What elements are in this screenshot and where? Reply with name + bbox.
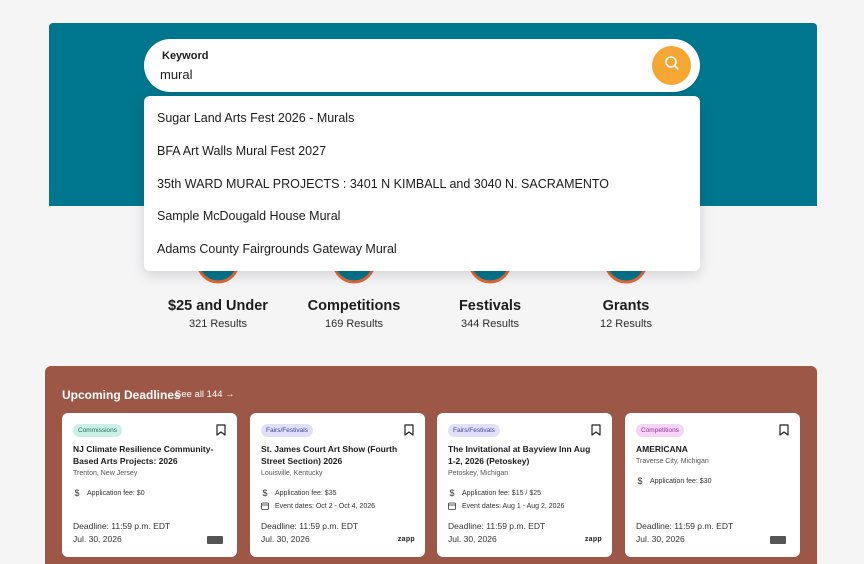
- deadline-time: Deadline: 11:59 p.m. EDT: [636, 521, 734, 531]
- fee-text: Application fee: $0: [87, 489, 145, 497]
- category-title: Festivals: [458, 298, 522, 314]
- deadline-date: Jul. 30, 2026: [448, 534, 497, 544]
- dollar-icon: $: [74, 488, 80, 498]
- application-fee: $ Application fee: $30: [636, 476, 712, 486]
- category-badge: Fairs/Festivals: [261, 424, 313, 437]
- event-dates-text: Event dates: Aug 1 - Aug 2, 2026: [462, 502, 565, 510]
- deadline-date: Jul. 30, 2026: [636, 534, 685, 544]
- application-fee: $ Application fee: $35: [261, 488, 337, 498]
- suggestion-dropdown: Sugar Land Arts Fest 2026 - Murals BFA A…: [144, 96, 700, 271]
- deadline-time: Deadline: 11:59 p.m. EDT: [261, 521, 359, 531]
- suggestion-item[interactable]: Sugar Land Arts Fest 2026 - Murals: [144, 102, 700, 135]
- suggestion-item[interactable]: BFA Art Walls Mural Fest 2027: [144, 135, 700, 168]
- category-title: $25 and Under: [168, 298, 268, 314]
- see-all-link[interactable]: See all 144 →: [175, 389, 235, 400]
- source-logo-icon: [207, 536, 223, 544]
- category-badge: Commissions: [73, 424, 123, 437]
- card-title[interactable]: AMERICANA: [636, 443, 784, 455]
- call-card[interactable]: Competitions AMERICANA Traverse City, Mi…: [625, 413, 800, 557]
- fee-text: Application fee: $30: [650, 477, 712, 485]
- search-button[interactable]: [652, 46, 691, 85]
- event-dates-text: Event dates: Oct 2 - Oct 4, 2026: [275, 502, 375, 510]
- event-dates: Event dates: Aug 1 - Aug 2, 2026: [448, 502, 564, 510]
- search-input[interactable]: [160, 64, 630, 84]
- search-label: Keyword: [162, 50, 209, 62]
- deadline-date: Jul. 30, 2026: [261, 534, 310, 544]
- source-logo: zapp: [584, 536, 602, 543]
- bookmark-icon[interactable]: [779, 423, 789, 441]
- category-badge: Fairs/Festivals: [448, 424, 500, 437]
- section-title: Upcoming Deadlines: [62, 388, 181, 402]
- dollar-icon: $: [637, 476, 643, 486]
- card-location: Louisville, Kentucky: [261, 470, 323, 477]
- bookmark-icon[interactable]: [591, 423, 601, 441]
- dollar-icon: $: [262, 488, 268, 498]
- suggestion-item[interactable]: 35th WARD MURAL PROJECTS : 3401 N KIMBAL…: [144, 168, 700, 201]
- call-card[interactable]: Fairs/Festivals The Invitational at Bayv…: [437, 413, 612, 557]
- call-card[interactable]: Commissions NJ Climate Resilience Commun…: [62, 413, 237, 557]
- application-fee: $ Application fee: $0: [73, 488, 145, 498]
- fee-text: Application fee: $35: [275, 489, 337, 497]
- calendar-icon: [448, 502, 456, 510]
- suggestion-item[interactable]: Sample McDougald House Mural: [144, 200, 700, 233]
- bookmark-icon[interactable]: [216, 423, 226, 441]
- fee-text: Application fee: $15 / $25: [462, 489, 542, 497]
- category-count: 169 Results: [324, 318, 384, 330]
- deadline-date: Jul. 30, 2026: [73, 534, 122, 544]
- call-card[interactable]: Fairs/Festivals St. James Court Art Show…: [250, 413, 425, 557]
- upcoming-deadlines-section: Upcoming Deadlines See all 144 → Commiss…: [45, 366, 817, 564]
- category-badge: Competitions: [636, 424, 684, 437]
- deadline-time: Deadline: 11:59 p.m. EDT: [448, 521, 546, 531]
- category-count: 12 Results: [600, 318, 652, 330]
- card-location: Petoskey, Michigan: [448, 470, 509, 477]
- card-title[interactable]: NJ Climate Resilience Community-Based Ar…: [73, 443, 221, 467]
- card-title[interactable]: St. James Court Art Show (Fourth Street …: [261, 443, 409, 467]
- search-icon: [664, 55, 680, 76]
- card-location: Trenton, New Jersey: [73, 470, 138, 477]
- source-logo: zapp: [397, 536, 415, 543]
- deadline-time: Deadline: 11:59 p.m. EDT: [73, 521, 171, 531]
- bookmark-icon[interactable]: [404, 423, 414, 441]
- category-title: Grants: [602, 298, 650, 314]
- source-logo-icon: [770, 536, 786, 544]
- card-location: Traverse City, Michigan: [636, 458, 709, 465]
- application-fee: $ Application fee: $15 / $25: [448, 488, 541, 498]
- event-dates: Event dates: Oct 2 - Oct 4, 2026: [261, 502, 375, 510]
- card-title[interactable]: The Invitational at Bayview Inn Aug 1-2,…: [448, 443, 596, 467]
- calendar-icon: [261, 502, 269, 510]
- category-count: 321 Results: [188, 318, 248, 330]
- keyword-search-bar: Keyword: [144, 39, 700, 92]
- suggestion-item[interactable]: Adams County Fairgrounds Gateway Mural: [144, 233, 700, 266]
- category-count: 344 Results: [460, 318, 520, 330]
- dollar-icon: $: [449, 488, 455, 498]
- category-title: Competitions: [307, 298, 401, 314]
